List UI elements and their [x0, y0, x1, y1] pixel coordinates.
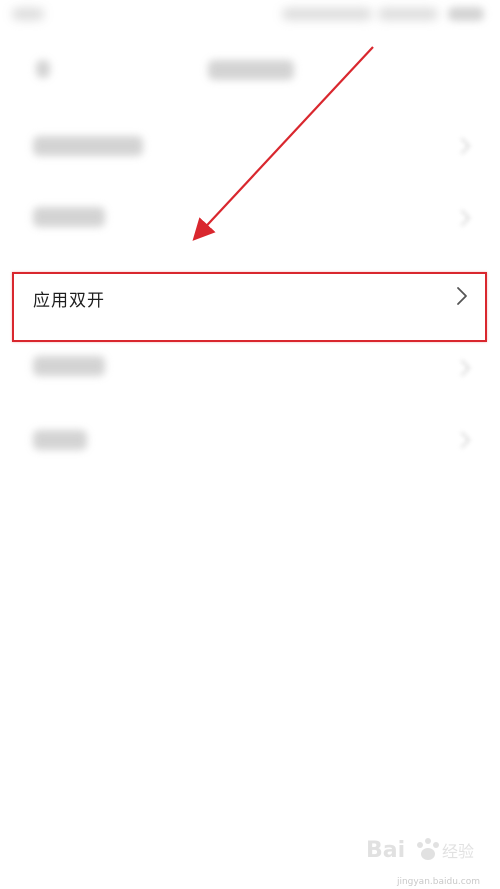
page-title	[208, 60, 294, 80]
status-bar-battery	[448, 7, 484, 21]
list-item-4-label[interactable]	[33, 356, 105, 376]
baidu-paw-icon: Bai 经验	[366, 838, 474, 863]
status-bar-icons	[282, 8, 372, 20]
list-item-1-chevron-icon	[453, 137, 471, 155]
watermark-brand-suffix: 经验	[442, 842, 474, 861]
chevron-right-icon	[457, 287, 467, 305]
status-bar-time	[12, 8, 44, 20]
list-item-5-label[interactable]	[33, 430, 87, 450]
list-item-label: 应用双开	[33, 291, 105, 311]
watermark-logo: Bai 经验	[358, 827, 488, 875]
list-item-4-chevron-icon	[453, 359, 471, 377]
list-item-2-label[interactable]	[33, 207, 105, 227]
list-item-app-twin[interactable]: 应用双开	[14, 274, 485, 340]
list-item-2-chevron-icon	[453, 209, 471, 227]
watermark-brand: Bai	[366, 838, 405, 863]
list-item-5-chevron-icon	[453, 431, 471, 449]
highlight-box: 应用双开	[12, 272, 487, 342]
list-item-1-label[interactable]	[33, 136, 143, 156]
watermark-site: jingyan.baidu.com	[396, 877, 480, 887]
status-bar-signal	[378, 8, 438, 20]
back-icon[interactable]	[36, 60, 50, 78]
